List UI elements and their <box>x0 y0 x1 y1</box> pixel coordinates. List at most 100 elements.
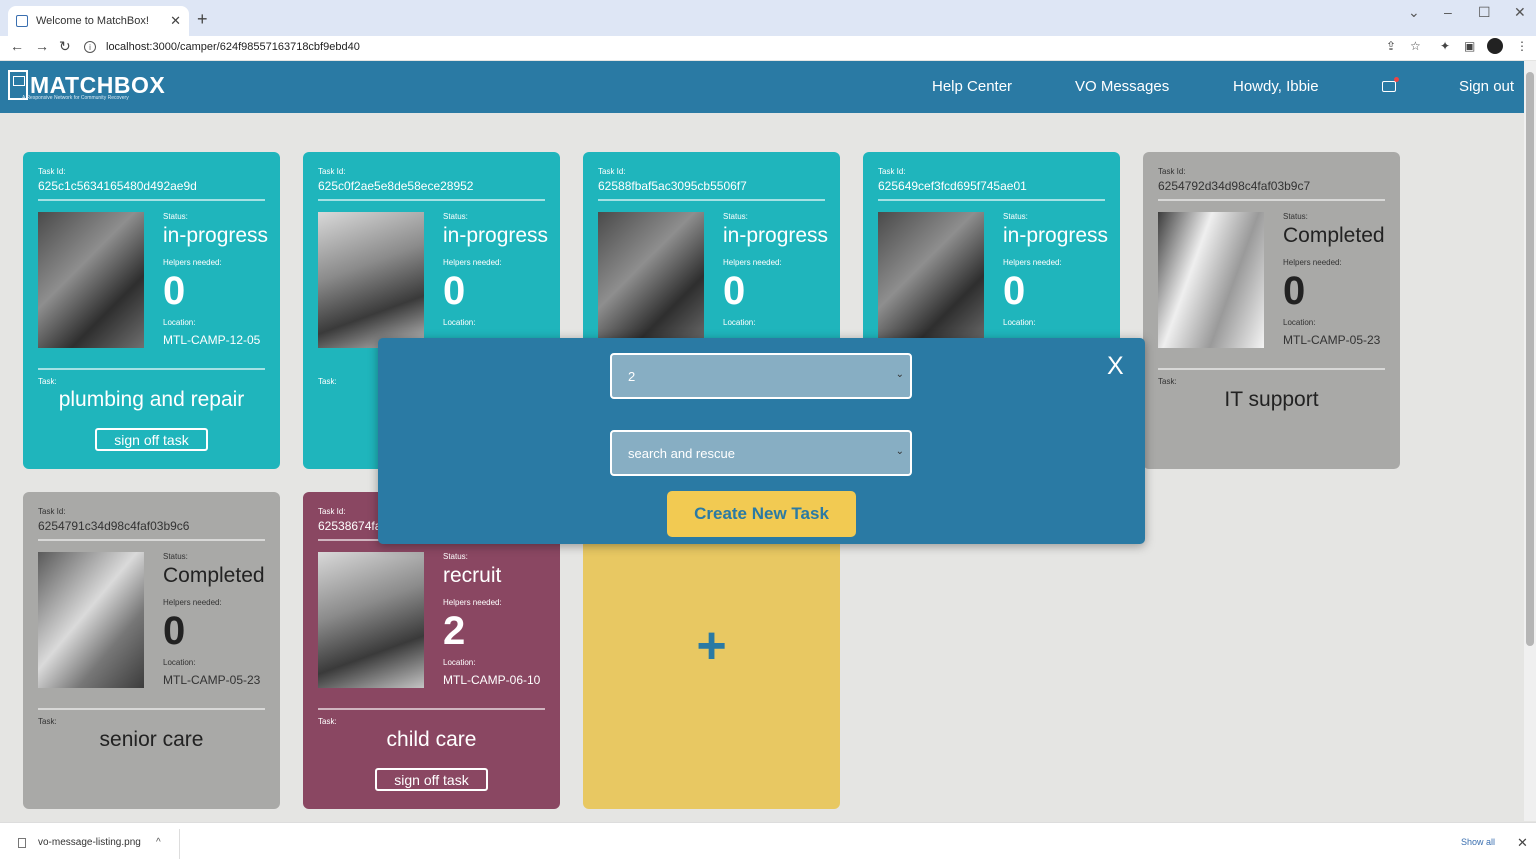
divider <box>1158 199 1385 201</box>
status-value: in-progress <box>1003 224 1109 247</box>
location-value: MTL-CAMP-05-23 <box>1283 333 1381 347</box>
tab-title: Welcome to MatchBox! <box>36 15 149 27</box>
browser-menu-icon[interactable]: ⋮ <box>1516 39 1528 53</box>
helpers-value: 0 <box>163 609 186 653</box>
task-id-label: Task Id: <box>318 507 346 516</box>
task-name: plumbing and repair <box>58 388 245 411</box>
status-label: Status: <box>163 552 188 561</box>
logo-text: MATCHBOX <box>30 72 166 98</box>
page-scrollbar-thumb[interactable] <box>1526 72 1534 646</box>
task-label: Task: <box>318 377 337 386</box>
helpers-value: 0 <box>723 269 746 313</box>
location-label: Location: <box>723 318 756 327</box>
reload-icon[interactable]: ↻ <box>59 38 71 55</box>
status-label: Status: <box>723 212 748 221</box>
window-close-icon[interactable]: ✕ <box>1514 4 1526 21</box>
new-tab-icon[interactable]: + <box>197 9 208 30</box>
download-filename: vo-message-listing.png <box>38 837 141 848</box>
task-id-value: 625c1c5634165480d492ae9d <box>38 179 197 193</box>
profile-avatar[interactable] <box>1487 38 1503 54</box>
status-value: Completed <box>1283 224 1385 247</box>
share-icon[interactable]: ⇪ <box>1386 39 1396 53</box>
download-bar: vo-message-listing.png ^ Show all ✕ <box>0 822 1536 864</box>
divider <box>318 708 545 710</box>
task-label: Task: <box>38 717 57 726</box>
sign-off-task-button[interactable]: sign off task <box>95 428 208 451</box>
helpers-value: 0 <box>163 269 186 313</box>
show-all-button[interactable]: Show all <box>1461 837 1495 847</box>
task-type-select[interactable]: search and rescue ⌄ <box>610 430 912 476</box>
bookmark-star-icon[interactable]: ☆ <box>1410 39 1421 53</box>
helpers-label: Helpers needed: <box>163 598 222 607</box>
nav-vo-messages[interactable]: VO Messages <box>1075 78 1169 95</box>
task-id-value: 6254791c34d98c4faf03b9c6 <box>38 519 190 533</box>
divider <box>598 199 825 201</box>
divider <box>1158 368 1385 370</box>
task-label: Task: <box>1158 377 1177 386</box>
url-text: localhost:3000/camper/624f98557163718cbf… <box>106 41 360 53</box>
extensions-icon[interactable]: ✦ <box>1440 39 1450 53</box>
divider <box>38 539 265 541</box>
task-label: Task: <box>38 377 57 386</box>
location-label: Location: <box>163 318 196 327</box>
nav-sign-out[interactable]: Sign out <box>1459 78 1514 95</box>
tab-search-icon[interactable]: ⌄ <box>1408 4 1420 21</box>
location-label: Location: <box>1003 318 1036 327</box>
task-label: Task: <box>318 717 337 726</box>
task-id-value: 62588fbaf5ac3095cb5506f7 <box>598 179 747 193</box>
task-id-label: Task Id: <box>318 167 346 176</box>
helpers-value: 0 <box>1003 269 1026 313</box>
task-type-select-value: search and rescue <box>628 445 735 461</box>
url-input[interactable]: i localhost:3000/camper/624f98557163718c… <box>84 38 1434 56</box>
back-icon[interactable]: ← <box>10 38 24 54</box>
nav-howdy-user[interactable]: Howdy, Ibbie <box>1233 78 1319 95</box>
side-panel-icon[interactable]: ▣ <box>1464 39 1475 53</box>
modal-close-button[interactable]: X <box>1107 352 1124 381</box>
download-item[interactable]: vo-message-listing.png <box>18 837 141 848</box>
divider <box>38 368 265 370</box>
task-id-label: Task Id: <box>878 167 906 176</box>
helpers-label: Helpers needed: <box>163 258 222 267</box>
create-new-task-button[interactable]: Create New Task <box>667 491 856 537</box>
helpers-label: Helpers needed: <box>1283 258 1342 267</box>
task-card: Task Id: 625c1c5634165480d492ae9d Status… <box>23 152 280 469</box>
status-value: Completed <box>163 564 265 587</box>
browser-tab-bar: Welcome to MatchBox! ✕ + ⌄ – ☐ ✕ <box>0 0 1536 36</box>
location-value: MTL-CAMP-12-05 <box>163 333 261 347</box>
task-card: Task Id: 6254791c34d98c4faf03b9c6 Status… <box>23 492 280 809</box>
forward-icon[interactable]: → <box>35 38 49 54</box>
page-favicon-icon <box>16 15 28 27</box>
helpers-select[interactable]: 2 ⌄ <box>610 353 912 399</box>
logo-subtitle: A Responsive Network for Community Recov… <box>22 95 129 101</box>
mail-notification-icon[interactable] <box>1382 77 1399 92</box>
minimize-icon[interactable]: – <box>1444 4 1452 20</box>
maximize-icon[interactable]: ☐ <box>1478 4 1491 21</box>
status-label: Status: <box>1003 212 1028 221</box>
file-icon <box>18 837 26 848</box>
location-value: MTL-CAMP-06-10 <box>443 673 541 687</box>
divider <box>179 829 180 859</box>
divider <box>878 199 1105 201</box>
download-bar-close-icon[interactable]: ✕ <box>1517 835 1528 851</box>
chevron-up-icon[interactable]: ^ <box>156 837 161 848</box>
helpers-select-value: 2 <box>628 368 636 384</box>
add-plus-icon[interactable]: + <box>583 616 840 676</box>
nav-help-center[interactable]: Help Center <box>932 78 1012 95</box>
task-photo <box>878 212 984 348</box>
task-name: child care <box>386 728 477 751</box>
browser-tab[interactable]: Welcome to MatchBox! ✕ <box>8 6 189 36</box>
divider <box>318 199 545 201</box>
status-value: in-progress <box>723 224 829 247</box>
site-info-icon[interactable]: i <box>84 41 96 53</box>
helpers-label: Helpers needed: <box>443 258 502 267</box>
status-label: Status: <box>443 552 468 561</box>
status-label: Status: <box>163 212 188 221</box>
task-id-value: 6254792d34d98c4faf03b9c7 <box>1158 179 1311 193</box>
divider <box>38 708 265 710</box>
task-name: IT support <box>1224 388 1319 411</box>
helpers-value: 0 <box>443 269 466 313</box>
sign-off-task-button[interactable]: sign off task <box>375 768 488 791</box>
task-id-label: Task Id: <box>1158 167 1186 176</box>
task-id-value: 625649cef3fcd695f745ae01 <box>878 179 1027 193</box>
tab-close-icon[interactable]: ✕ <box>170 13 181 29</box>
